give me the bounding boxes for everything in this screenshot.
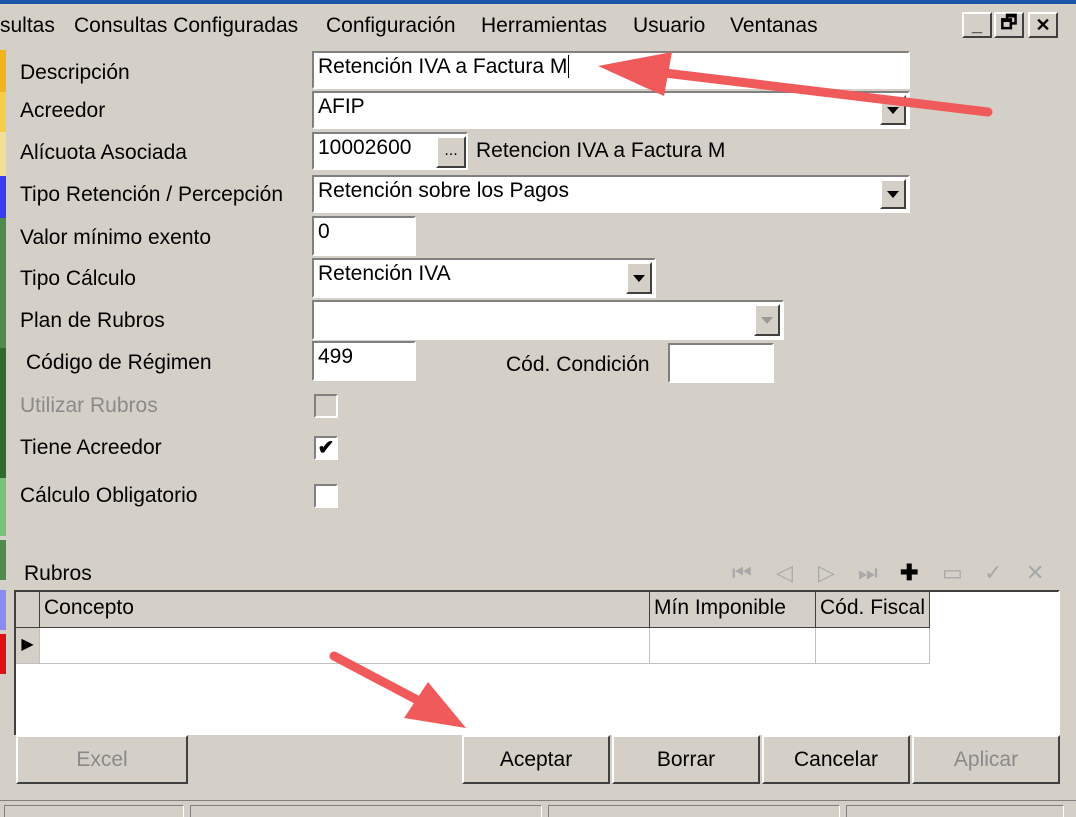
plan-rubros-select[interactable] bbox=[312, 300, 784, 340]
cod-condicion-input[interactable] bbox=[668, 343, 774, 383]
chevron-down-icon[interactable] bbox=[754, 304, 780, 336]
menu-consultas-configuradas[interactable]: Consultas Configuradas bbox=[74, 14, 298, 38]
table-row-min-imponible-cell[interactable] bbox=[650, 628, 816, 664]
title-bar-strip bbox=[0, 0, 1076, 4]
restore-button[interactable]: 🗗 bbox=[994, 12, 1024, 38]
cancel-record-icon[interactable]: ✕ bbox=[1026, 560, 1044, 586]
cancelar-button[interactable]: Cancelar bbox=[762, 735, 910, 784]
color-strip bbox=[0, 92, 6, 132]
utilizar-rubros-label: Utilizar Rubros bbox=[20, 394, 158, 417]
last-record-icon[interactable]: ⏭ bbox=[858, 560, 878, 586]
aplicar-button[interactable]: Aplicar bbox=[912, 735, 1060, 784]
alicuota-lookup-button[interactable]: ... bbox=[436, 136, 466, 168]
calculo-obligatorio-label: Cálculo Obligatorio bbox=[20, 484, 198, 507]
color-strip bbox=[0, 132, 6, 176]
codigo-regimen-value: 499 bbox=[318, 345, 354, 368]
borrar-button[interactable]: Borrar bbox=[612, 735, 760, 784]
tipo-retencion-label: Tipo Retención / Percepción bbox=[20, 183, 284, 206]
color-strip bbox=[0, 478, 6, 536]
tipo-calculo-label: Tipo Cálculo bbox=[20, 267, 136, 290]
acreedor-select[interactable]: AFIP bbox=[312, 91, 910, 129]
codigo-regimen-input[interactable]: 499 bbox=[312, 341, 416, 381]
status-segment bbox=[846, 805, 1064, 817]
alicuota-code: 10002600 bbox=[318, 136, 412, 159]
minimize-button[interactable]: _ bbox=[962, 12, 992, 38]
alicuota-label: Alícuota Asociada bbox=[20, 141, 187, 164]
plan-rubros-label: Plan de Rubros bbox=[20, 309, 165, 332]
confirm-record-icon[interactable]: ✓ bbox=[984, 560, 1002, 586]
menu-herramientas[interactable]: Herramientas bbox=[481, 14, 607, 38]
menu-consultas[interactable]: sultas bbox=[0, 14, 55, 38]
cod-condicion-label: Cód. Condición bbox=[506, 353, 650, 376]
valor-minimo-label: Valor mínimo exento bbox=[20, 226, 212, 249]
excel-button[interactable]: Excel bbox=[16, 735, 188, 784]
acreedor-value: AFIP bbox=[318, 95, 365, 118]
chevron-down-icon[interactable] bbox=[880, 95, 906, 125]
menu-ventanas[interactable]: Ventanas bbox=[730, 14, 818, 38]
menu-usuario[interactable]: Usuario bbox=[633, 14, 705, 38]
close-button[interactable]: ✕ bbox=[1028, 12, 1058, 38]
tiene-acreedor-label: Tiene Acreedor bbox=[20, 436, 162, 459]
column-header-concepto[interactable]: Concepto bbox=[40, 592, 650, 628]
acreedor-label: Acreedor bbox=[20, 99, 106, 122]
prev-record-icon[interactable]: ◁ bbox=[776, 560, 793, 586]
descripcion-label: Descripción bbox=[20, 61, 130, 84]
menu-bar: sultas Consultas Configuradas Configurac… bbox=[0, 0, 1076, 44]
descripcion-value: Retención IVA a Factura M bbox=[318, 55, 568, 78]
column-header-cod-fiscal[interactable]: Cód. Fiscal bbox=[816, 592, 930, 628]
add-record-icon[interactable]: ✚ bbox=[900, 560, 918, 586]
utilizar-rubros-checkbox[interactable] bbox=[314, 394, 338, 418]
first-record-icon[interactable]: ⏮ bbox=[732, 560, 752, 586]
tipo-retencion-select[interactable]: Retención sobre los Pagos bbox=[312, 175, 910, 213]
tipo-calculo-value: Retención IVA bbox=[318, 262, 451, 285]
menu-configuracion[interactable]: Configuración bbox=[326, 14, 456, 38]
chevron-down-icon[interactable] bbox=[626, 262, 652, 294]
aceptar-button[interactable]: Aceptar bbox=[462, 735, 610, 784]
alicuota-description: Retencion IVA a Factura M bbox=[476, 139, 726, 162]
rubros-grid[interactable]: Concepto Mín Imponible Cód. Fiscal ▶ bbox=[14, 590, 1060, 735]
delete-record-icon[interactable]: ▭ bbox=[942, 560, 963, 586]
color-strip bbox=[0, 540, 6, 580]
color-strip bbox=[0, 218, 6, 348]
valor-minimo-value: 0 bbox=[318, 220, 330, 243]
chevron-down-icon[interactable] bbox=[880, 179, 906, 209]
text-cursor bbox=[568, 55, 570, 78]
color-strip bbox=[0, 590, 6, 630]
tipo-calculo-select[interactable]: Retención IVA bbox=[312, 258, 656, 298]
checkmark-icon: ✔ bbox=[317, 437, 335, 459]
status-segment bbox=[4, 805, 184, 817]
next-record-icon[interactable]: ▷ bbox=[818, 560, 835, 586]
grid-indicator-header bbox=[16, 592, 40, 628]
color-strip bbox=[0, 176, 6, 218]
row-indicator-icon: ▶ bbox=[16, 628, 40, 664]
color-strip bbox=[0, 634, 6, 674]
calculo-obligatorio-checkbox[interactable] bbox=[314, 484, 338, 508]
valor-minimo-input[interactable]: 0 bbox=[312, 216, 416, 256]
tipo-retencion-value: Retención sobre los Pagos bbox=[318, 179, 569, 202]
status-segment bbox=[548, 805, 840, 817]
tiene-acreedor-checkbox[interactable]: ✔ bbox=[314, 436, 338, 460]
codigo-regimen-label: Código de Régimen bbox=[26, 351, 212, 374]
color-strip bbox=[0, 348, 6, 478]
table-row-cod-fiscal-cell[interactable] bbox=[816, 628, 930, 664]
table-row-concepto-cell[interactable] bbox=[40, 628, 650, 664]
status-bar bbox=[0, 800, 1076, 817]
status-segment bbox=[190, 805, 542, 817]
descripcion-input[interactable]: Retención IVA a Factura M bbox=[312, 51, 910, 89]
column-header-min-imponible[interactable]: Mín Imponible bbox=[650, 592, 816, 628]
color-strip bbox=[0, 50, 6, 92]
rubros-title: Rubros bbox=[24, 562, 92, 585]
